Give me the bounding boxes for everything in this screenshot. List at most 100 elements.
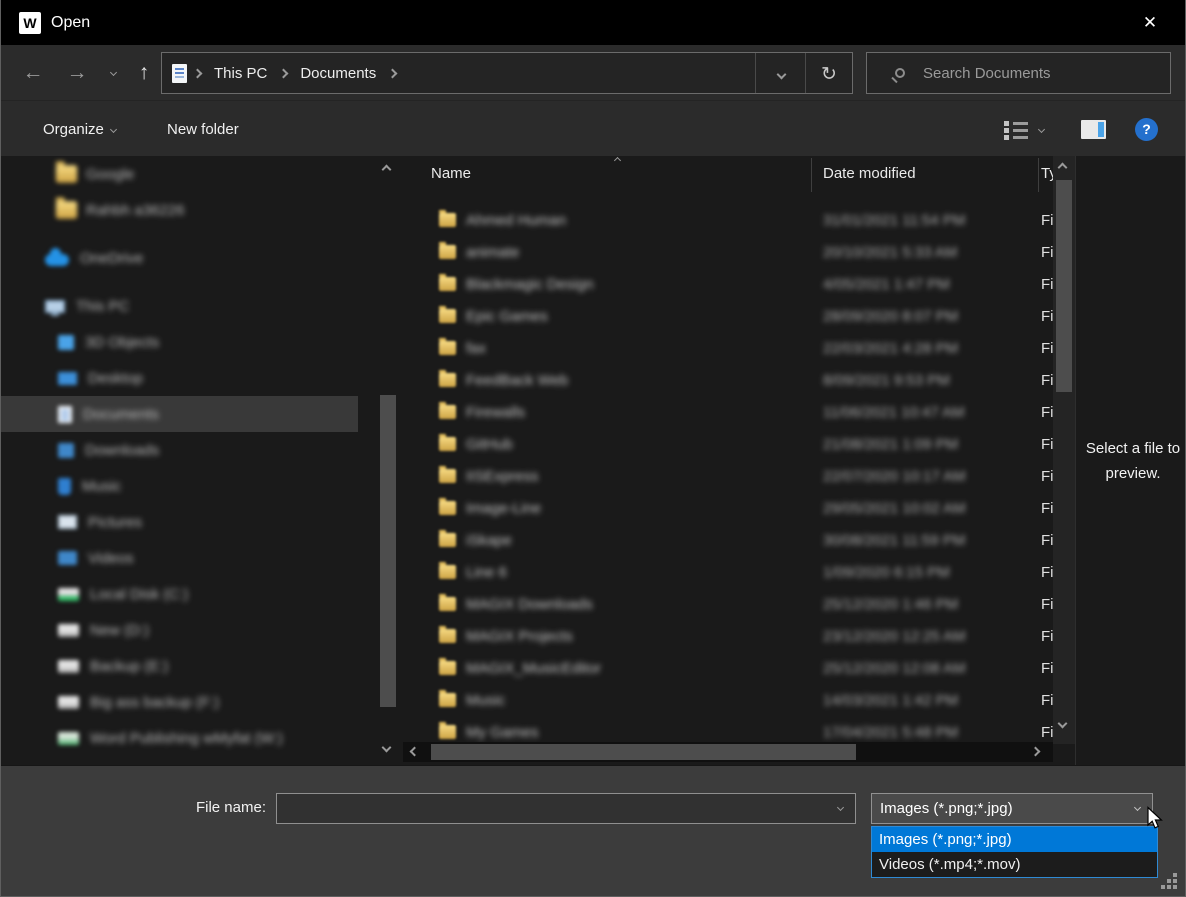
file-row[interactable]: FeedBack Web8/09/2021 9:53 PMFile folder [403, 364, 1053, 396]
scroll-down-icon[interactable] [1058, 719, 1068, 729]
file-date-modified: 4/05/2021 1:47 PM [823, 276, 950, 293]
sidebar-item-desktop[interactable]: Desktop [1, 360, 377, 396]
file-type: File folder [1041, 308, 1053, 325]
sidebar-scrollbar-thumb[interactable] [380, 395, 396, 707]
file-name: FeedBack Web [466, 372, 568, 389]
sidebar-item-new-d[interactable]: New (D:) [1, 612, 377, 648]
chevron-down-icon[interactable] [837, 804, 844, 811]
file-row[interactable]: Music14/03/2021 1:42 PMFile folder [403, 684, 1053, 716]
file-row[interactable]: Epic Games28/09/2020 8:07 PMFile folder [403, 300, 1053, 332]
horizontal-scrollbar-thumb[interactable] [431, 744, 856, 760]
refresh-button[interactable]: ↻ [806, 53, 852, 95]
folder-icon [439, 309, 456, 323]
file-name-input[interactable] [281, 795, 821, 822]
file-date-modified: 14/03/2021 1:42 PM [823, 692, 958, 709]
file-type-options-popup: Images (*.png;*.jpg)Videos (*.mp4;*.mov) [871, 826, 1158, 878]
scroll-right-icon[interactable] [1031, 747, 1041, 757]
file-list-scrollbar-thumb[interactable] [1056, 180, 1072, 392]
file-list-scrollbar[interactable] [1053, 156, 1075, 744]
recent-locations-chevron-icon[interactable] [99, 45, 127, 100]
sidebar-item-local-disk-c[interactable]: Local Disk (C:) [1, 576, 377, 612]
file-row[interactable]: iSkape30/08/2021 11:59 PMFile folder [403, 524, 1053, 556]
column-divider[interactable] [1038, 158, 1039, 192]
sidebar-item-pictures[interactable]: Pictures [1, 504, 377, 540]
file-row[interactable]: MAGIX Projects23/12/2020 12:25 AMFile fo… [403, 620, 1053, 652]
sidebar-item-music[interactable]: Music [1, 468, 377, 504]
file-type: File folder [1041, 532, 1053, 549]
sidebar-item-videos[interactable]: Videos [1, 540, 377, 576]
sidebar-item-word-publishing-wmyfat-w[interactable]: Word Publishing wMyfat (W:) [1, 720, 377, 756]
file-row[interactable]: IISExpress22/07/2020 10:17 AMFile folder [403, 460, 1053, 492]
address-bar[interactable]: This PC Documents ↻ [161, 52, 853, 94]
file-row[interactable]: fax22/03/2021 4:28 PMFile folder [403, 332, 1053, 364]
file-row[interactable]: MAGIX Downloads25/12/2020 1:46 PMFile fo… [403, 588, 1053, 620]
search-input[interactable] [921, 64, 1170, 83]
file-type: File folder [1041, 212, 1053, 229]
file-row[interactable]: GitHub 21/08/2021 1:09 PM File folder [403, 428, 1053, 460]
sidebar-item-rahbh-a36226[interactable]: Rahbh a36226 [1, 192, 377, 228]
file-date-modified: 23/12/2020 12:25 AM [823, 628, 966, 645]
change-view-button[interactable] [1004, 101, 1030, 157]
sidebar-item-downloads[interactable]: Downloads [1, 432, 377, 468]
file-type: File folder [1041, 436, 1053, 453]
file-type: File folder [1041, 596, 1053, 613]
folder-icon [439, 533, 456, 547]
back-button[interactable]: ← [15, 45, 51, 100]
address-dropdown-chevron-icon[interactable] [756, 53, 806, 95]
main-area: GoogleRahbh a36226 OneDrive This PC 3D Obje… [1, 156, 1185, 765]
file-name: IISExpress [466, 468, 539, 485]
file-name-label: File name: [151, 793, 266, 823]
forward-button[interactable]: → [59, 45, 95, 100]
horizontal-scrollbar[interactable] [403, 742, 1053, 762]
column-header-name[interactable]: Name [431, 165, 471, 182]
file-name-combobox[interactable] [276, 793, 856, 824]
file-row[interactable]: Firewalls11/06/2021 10:47 AMFile folder [403, 396, 1053, 428]
file-date-modified: 29/05/2021 10:02 AM [823, 500, 966, 517]
filetype-option[interactable]: Videos (*.mp4;*.mov) [872, 852, 1157, 877]
file-date-modified: 25/12/2020 1:46 PM [823, 596, 958, 613]
file-name: GitHub [466, 436, 513, 453]
file-row[interactable]: Ahmed Human31/01/2021 11:54 PMFile folde… [403, 204, 1053, 236]
column-divider[interactable] [811, 158, 812, 192]
file-name: Image-Line [466, 500, 541, 517]
breadcrumb-this-pc[interactable]: This PC [214, 65, 267, 82]
file-row[interactable]: animate20/10/2021 5:33 AMFile folder [403, 236, 1053, 268]
column-headers: Name Date modified Type [403, 156, 1053, 194]
sidebar-item-google[interactable]: Google [1, 156, 377, 192]
sidebar-item-3d-objects[interactable]: 3D Objects [1, 324, 377, 360]
sidebar-item-backup-e[interactable]: Backup (E:) [1, 648, 377, 684]
file-date-modified: 21/08/2021 1:09 PM [823, 436, 958, 453]
file-type-dropdown[interactable]: Images (*.png;*.jpg) [871, 793, 1153, 824]
breadcrumb-documents[interactable]: Documents [300, 65, 376, 82]
help-button[interactable]: ? [1135, 101, 1158, 157]
file-row[interactable]: Line 61/09/2020 6:15 PMFile folder [403, 556, 1053, 588]
sidebar-item-label: 3D Objects [85, 334, 159, 351]
preview-pane-button[interactable] [1081, 101, 1106, 157]
up-button[interactable]: ↑ [127, 45, 161, 100]
view-options-chevron[interactable] [1039, 101, 1044, 157]
resize-grip[interactable] [1161, 873, 1179, 891]
sidebar-item-big-ass-backup-f[interactable]: Big ass backup (F:) [1, 684, 377, 720]
close-button[interactable]: ✕ [1127, 0, 1173, 45]
folder-icon [439, 405, 456, 419]
scroll-down-icon[interactable] [382, 743, 392, 753]
scroll-up-icon[interactable] [1058, 163, 1068, 173]
scroll-left-icon[interactable] [410, 747, 420, 757]
column-header-type[interactable]: Type [1041, 165, 1053, 182]
file-row[interactable]: Image-Line29/05/2021 10:02 AMFile folder [403, 492, 1053, 524]
column-header-date-modified[interactable]: Date modified [823, 165, 916, 182]
sidebar-scrollbar[interactable] [377, 156, 399, 756]
file-row[interactable]: Blackmagic Design4/05/2021 1:47 PMFile f… [403, 268, 1053, 300]
sidebar-item-documents[interactable]: Documents [1, 396, 358, 432]
organize-button[interactable]: Organize [43, 101, 116, 157]
filetype-option[interactable]: Images (*.png;*.jpg) [872, 827, 1157, 852]
file-rows: Ahmed Human31/01/2021 11:54 PMFile folde… [403, 204, 1053, 748]
search-box[interactable] [866, 52, 1171, 94]
file-row[interactable]: MAGIX_MusicEditor25/12/2020 12:08 AMFile… [403, 652, 1053, 684]
sidebar-item-onedrive[interactable]: OneDrive [1, 240, 377, 276]
new-folder-button[interactable]: New folder [167, 101, 239, 157]
toolbar: Organize New folder ? [1, 100, 1185, 156]
scroll-up-icon[interactable] [382, 165, 392, 175]
sidebar-item-this-pc[interactable]: This PC [1, 288, 377, 324]
folder-icon [439, 213, 456, 227]
